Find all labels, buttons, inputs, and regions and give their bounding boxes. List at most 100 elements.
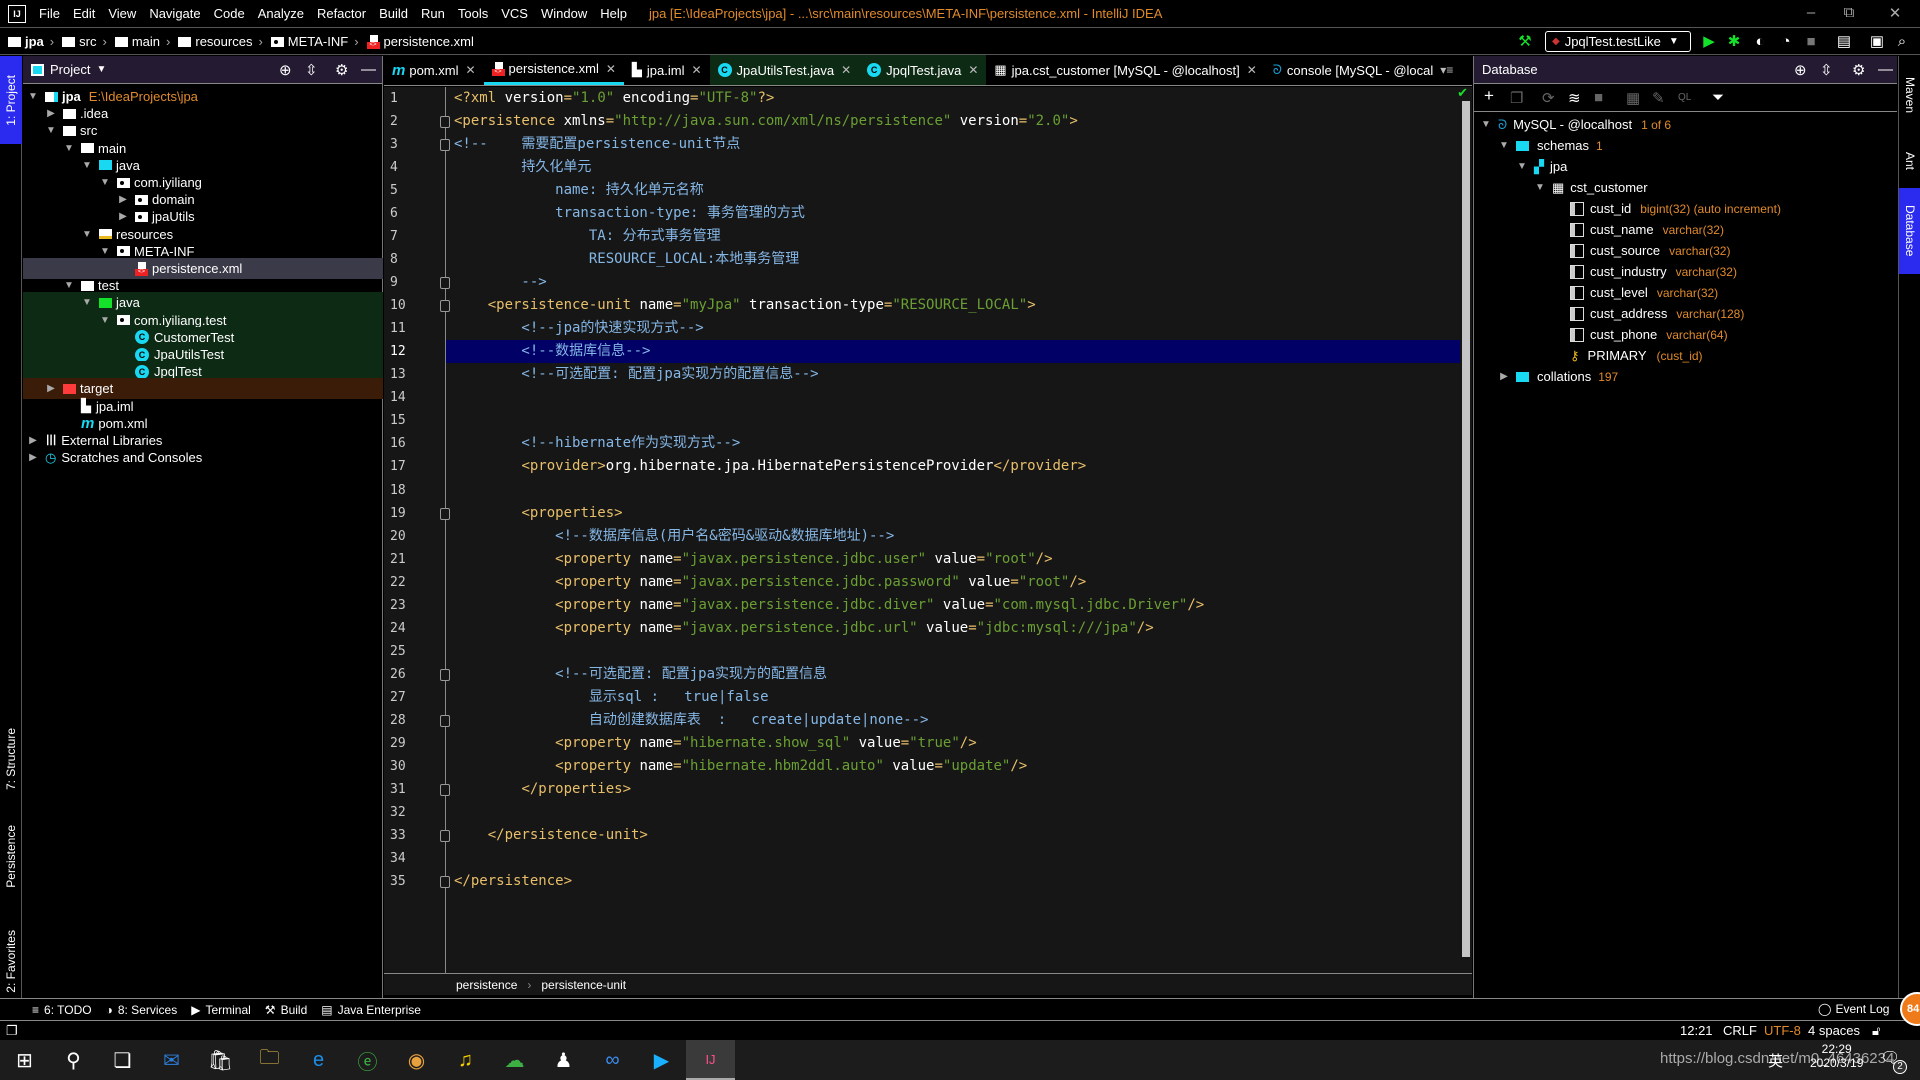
expand-arrow-icon[interactable]: ▼: [81, 229, 93, 240]
column-node[interactable]: cust_source varchar(32): [1570, 240, 1730, 261]
caret-position[interactable]: 12:21: [1680, 1023, 1713, 1038]
column-node[interactable]: cust_level varchar(32): [1570, 282, 1718, 303]
minimize-button[interactable]: –: [1796, 4, 1826, 21]
code-line[interactable]: <!--jpa的快速实现方式-->: [454, 317, 703, 340]
expand-arrow-icon[interactable]: ▶: [1498, 371, 1510, 382]
search-everywhere-icon[interactable]: ⌕: [1893, 33, 1911, 51]
add-icon[interactable]: +: [1484, 86, 1494, 106]
taskbar-edge-icon[interactable]: e: [294, 1040, 343, 1080]
fold-marker-icon[interactable]: [440, 139, 450, 152]
tool-window-services[interactable]: ◑ 8: Services: [106, 1003, 178, 1017]
close-window-button[interactable]: ✕: [1880, 4, 1910, 22]
expand-arrow-icon[interactable]: ▶: [117, 211, 129, 222]
menu-analyze[interactable]: Analyze: [258, 6, 304, 21]
gear-icon[interactable]: ⚙: [335, 61, 348, 79]
refresh-icon[interactable]: ⟳: [1542, 89, 1555, 107]
menu-navigate[interactable]: Navigate: [149, 6, 200, 21]
code-line[interactable]: <property name="javax.persistence.jdbc.u…: [454, 617, 1154, 640]
data-source-properties-icon[interactable]: ≋: [1568, 89, 1581, 107]
menu-vcs[interactable]: VCS: [501, 6, 528, 21]
schema-node[interactable]: ▼ ▞ jpa: [1516, 156, 1567, 177]
close-tab-icon[interactable]: ✕: [968, 63, 978, 77]
taskbar-mail-icon[interactable]: ✉: [147, 1040, 196, 1080]
code-line[interactable]: <!--可选配置: 配置jpa实现方的配置信息: [454, 663, 827, 686]
close-tab-icon[interactable]: ✕: [1247, 63, 1257, 77]
crumb-main[interactable]: main ›: [114, 34, 170, 49]
crumb-meta-inf[interactable]: META-INF ›: [270, 34, 359, 49]
tab-ant[interactable]: Ant: [1899, 136, 1920, 186]
expand-arrow-icon[interactable]: ▶: [45, 383, 57, 394]
tab-persistence[interactable]: Persistence: [0, 806, 22, 906]
column-node[interactable]: cust_id bigint(32) (auto increment): [1570, 198, 1781, 219]
column-node[interactable]: cust_phone varchar(64): [1570, 324, 1728, 345]
tab-database[interactable]: Database: [1899, 188, 1920, 274]
expand-arrow-icon[interactable]: ▶: [45, 108, 57, 119]
menu-window[interactable]: Window: [541, 6, 587, 21]
code-line[interactable]: RESOURCE_LOCAL:本地事务管理: [454, 248, 799, 271]
hide-panel-icon[interactable]: —: [1878, 61, 1893, 78]
collapse-all-icon[interactable]: ⇳: [1820, 61, 1833, 79]
fold-marker-icon[interactable]: [440, 714, 450, 727]
collapse-all-icon[interactable]: ⇳: [305, 61, 318, 79]
presentation-icon[interactable]: ▣: [1868, 33, 1886, 51]
column-node[interactable]: cust_address varchar(128): [1570, 303, 1744, 324]
menu-refactor[interactable]: Refactor: [317, 6, 366, 21]
expand-arrow-icon[interactable]: ▶: [27, 435, 39, 446]
chevron-down-icon[interactable]: ▼: [96, 64, 106, 75]
fold-marker-icon[interactable]: [440, 829, 450, 842]
coverage-icon[interactable]: ◐: [1751, 33, 1769, 51]
tree-item[interactable]: ▶ ◷ Scratches and Consoles: [23, 447, 383, 468]
fold-marker-icon[interactable]: [440, 783, 450, 796]
menu-help[interactable]: Help: [600, 6, 627, 21]
indent-setting[interactable]: 4 spaces: [1808, 1023, 1860, 1038]
code-line[interactable]: name: 持久化单元名称: [454, 179, 704, 202]
hide-panel-icon[interactable]: —: [361, 61, 376, 78]
code-line[interactable]: </persistence-unit>: [454, 824, 648, 847]
build-hammer-icon[interactable]: ⚒: [1516, 33, 1534, 51]
editor-tab[interactable]: persistence.xml ✕: [483, 55, 624, 85]
taskbar-video-player-icon[interactable]: ▶: [637, 1040, 686, 1080]
expand-arrow-icon[interactable]: ▼: [1480, 119, 1492, 130]
project-view-select[interactable]: Project: [50, 62, 90, 77]
code-line[interactable]: <property name="javax.persistence.jdbc.u…: [454, 548, 1052, 571]
column-node[interactable]: cust_name varchar(32): [1570, 219, 1724, 240]
code-line[interactable]: -->: [454, 271, 546, 294]
locate-icon[interactable]: ⊕: [279, 61, 292, 79]
close-tab-icon[interactable]: ✕: [606, 62, 616, 76]
code-line[interactable]: <property name="hibernate.hbm2ddl.auto" …: [454, 755, 1027, 778]
locate-icon[interactable]: ⊕: [1794, 61, 1807, 79]
menu-file[interactable]: File: [39, 6, 60, 21]
expand-arrow-icon[interactable]: ▼: [63, 280, 75, 291]
taskbar-search-icon[interactable]: ⚲: [49, 1040, 98, 1080]
datasource-node[interactable]: ▼ ᘐ MySQL - @localhost 1 of 6: [1480, 114, 1671, 135]
table-editor-icon[interactable]: ▦: [1626, 89, 1640, 107]
line-separator[interactable]: CRLF: [1723, 1023, 1757, 1038]
menu-edit[interactable]: Edit: [73, 6, 95, 21]
crumb-resources[interactable]: resources ›: [178, 34, 263, 49]
close-tab-icon[interactable]: ✕: [465, 63, 475, 77]
taskbar-chrome-icon[interactable]: ◉: [392, 1040, 441, 1080]
code-line[interactable]: 持久化单元: [454, 156, 591, 179]
taskbar-browser-360-icon[interactable]: ⓔ: [343, 1040, 392, 1080]
tab-list-icon[interactable]: ▾≡: [1440, 63, 1453, 77]
column-node[interactable]: cust_industry varchar(32): [1570, 261, 1737, 282]
taskbar-intellij-icon[interactable]: IJ: [686, 1040, 735, 1080]
code-line[interactable]: 显示sql : true|false: [454, 686, 769, 709]
run-icon[interactable]: ▶: [1700, 33, 1718, 51]
index-node[interactable]: ⚷ PRIMARY (cust_id): [1570, 345, 1703, 366]
vertical-scrollbar[interactable]: [1462, 101, 1470, 957]
menu-build[interactable]: Build: [379, 6, 408, 21]
code-line[interactable]: </persistence>: [454, 870, 572, 893]
expand-arrow-icon[interactable]: ▼: [1498, 140, 1510, 151]
editor-tab[interactable]: ▙ jpa.iml ✕: [624, 55, 710, 85]
code-line[interactable]: <provider>org.hibernate.jpa.HibernatePer…: [454, 455, 1086, 478]
expand-arrow-icon[interactable]: ▼: [81, 160, 93, 171]
menu-view[interactable]: View: [108, 6, 136, 21]
crumb-src[interactable]: src ›: [62, 34, 107, 49]
code-line[interactable]: <!--hibernate作为实现方式-->: [454, 432, 740, 455]
expand-arrow-icon[interactable]: ▼: [45, 125, 57, 136]
table-node[interactable]: ▼ ▦ cst_customer: [1534, 177, 1648, 198]
code-line[interactable]: <!--可选配置: 配置jpa实现方的配置信息-->: [454, 363, 818, 386]
expand-arrow-icon[interactable]: ▼: [27, 91, 39, 102]
code-line[interactable]: <persistence-unit name="myJpa" transacti…: [454, 294, 1036, 317]
